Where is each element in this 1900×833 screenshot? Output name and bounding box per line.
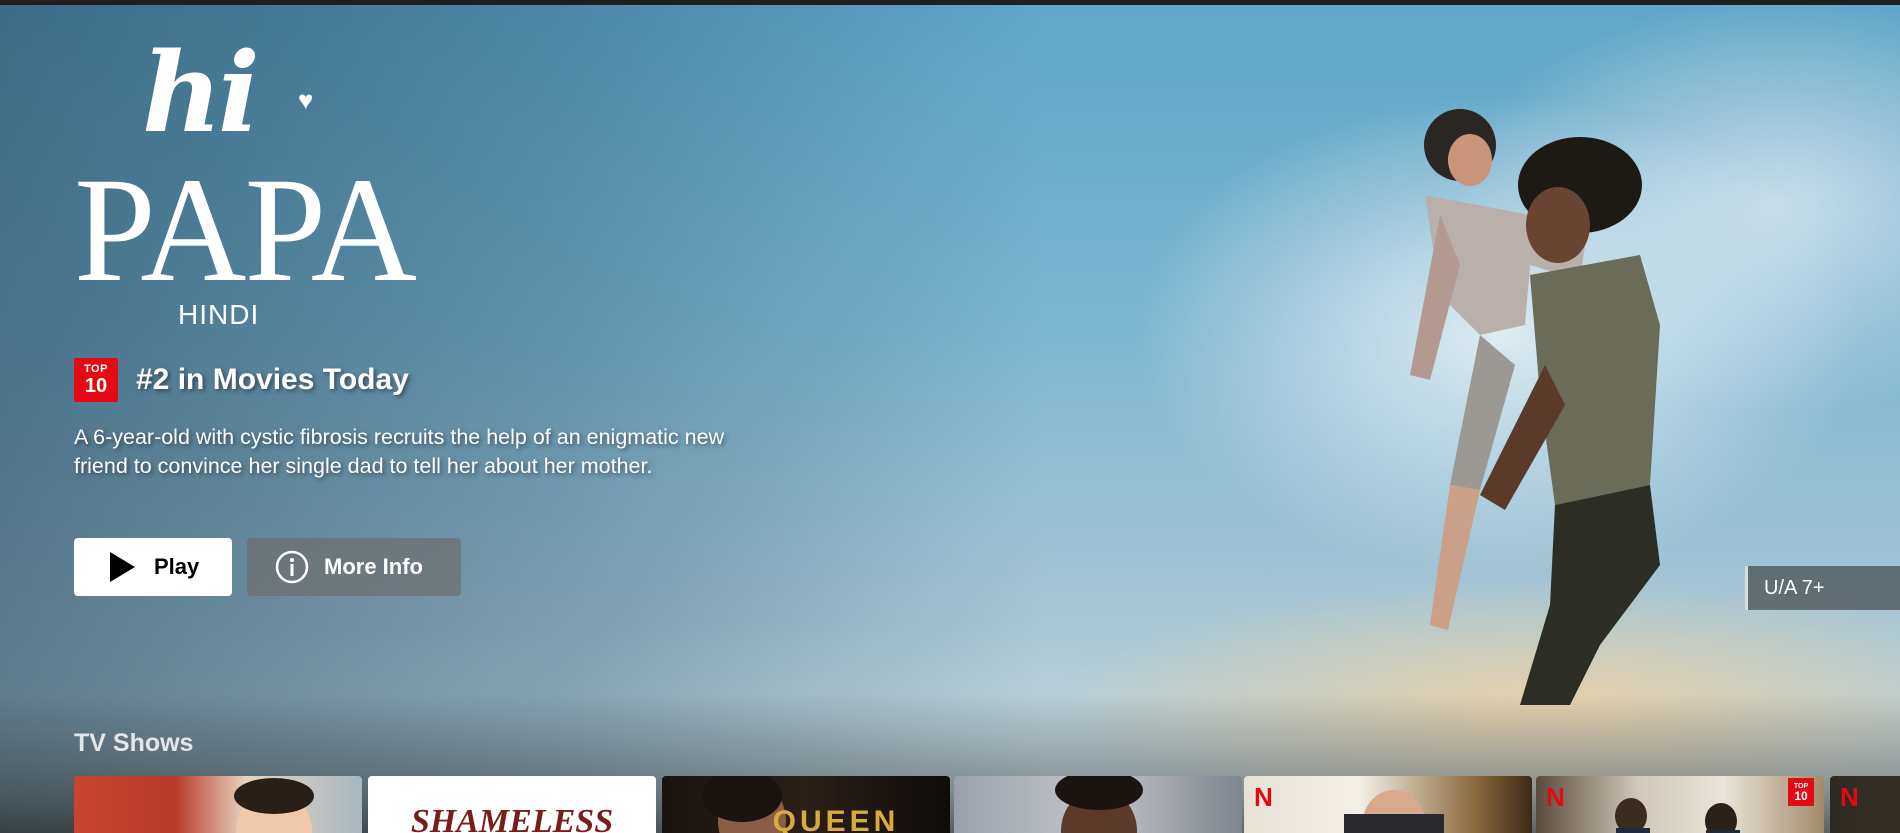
top10-badge-icon: TOP 10: [74, 358, 118, 402]
more-info-button-label: More Info: [324, 554, 423, 579]
top10-badge-line2: 10: [84, 375, 108, 397]
child-shin: [1430, 485, 1480, 630]
title-logo-language: HINDI: [178, 299, 260, 330]
play-icon: [108, 551, 136, 583]
father-face: [1526, 187, 1590, 263]
title-logo: hi ♥ PAPA HINDI: [74, 28, 417, 333]
play-button-label: Play: [154, 554, 200, 579]
tv-shows-row: SHAMELESS QUEEN N N TOP 10 N: [74, 776, 1900, 833]
card-artwork: [234, 778, 314, 833]
hero-billboard[interactable]: hi ♥ PAPA HINDI TOP 10 #2 in Movies Toda…: [0, 5, 1900, 833]
row-title[interactable]: TV Shows: [74, 729, 193, 758]
rank-text: #2 in Movies Today: [136, 363, 409, 396]
netflix-n-icon: N: [1254, 782, 1273, 812]
title-card[interactable]: [954, 776, 1242, 833]
title-card[interactable]: N: [1830, 776, 1900, 833]
title-card[interactable]: [74, 776, 362, 833]
more-info-button[interactable]: More Info: [247, 538, 461, 596]
info-icon: [275, 550, 309, 584]
title-card-label: QUEEN: [772, 805, 900, 833]
play-button[interactable]: Play: [74, 538, 232, 596]
hero-buttons: Play More Info: [74, 538, 461, 596]
synopsis: A 6-year-old with cystic fibrosis recrui…: [74, 425, 725, 478]
mini-top10-line2: 10: [1794, 788, 1808, 803]
top10-badge-line1: TOP: [84, 363, 108, 375]
top10-badge-icon: TOP 10: [1788, 778, 1814, 806]
card-artwork: [1055, 776, 1143, 833]
title-card-label: SHAMELESS: [410, 803, 614, 833]
heart-icon: ♥: [298, 85, 314, 115]
netflix-n-icon: N: [1546, 782, 1565, 812]
hero-artwork: [1410, 109, 1660, 705]
title-card[interactable]: SHAMELESS: [368, 776, 656, 833]
title-logo-papa: PAPA: [74, 147, 417, 313]
netflix-n-icon: N: [1840, 782, 1859, 812]
top10-rank: TOP 10 #2 in Movies Today: [74, 358, 409, 402]
title-card[interactable]: N TOP 10: [1536, 776, 1824, 833]
title-logo-hi: hi: [142, 28, 260, 157]
card-artwork: [1615, 798, 1740, 833]
title-card[interactable]: QUEEN: [662, 776, 950, 833]
card-artwork: [1344, 790, 1444, 833]
child-face: [1448, 134, 1492, 186]
maturity-rating-badge: U/A 7+: [1745, 566, 1900, 610]
father-trousers: [1520, 485, 1660, 705]
title-card[interactable]: N: [1244, 776, 1532, 833]
